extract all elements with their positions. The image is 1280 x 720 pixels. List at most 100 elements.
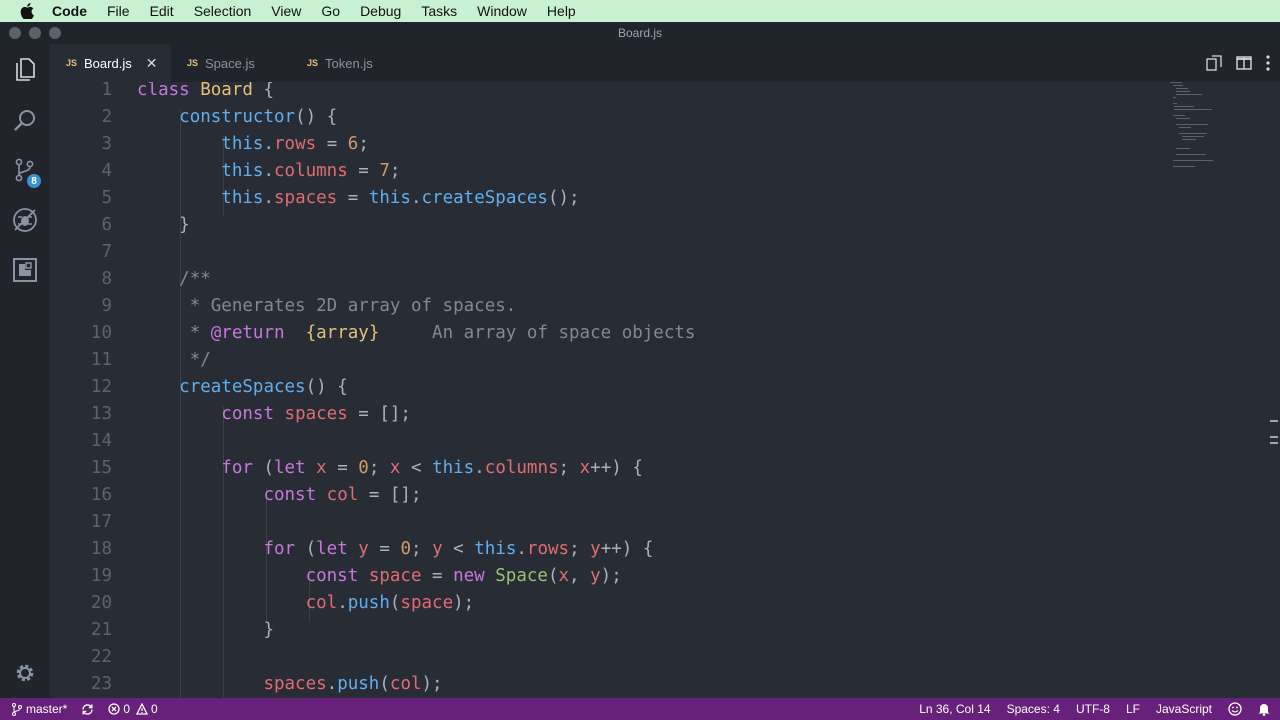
line-number: 17 [90, 512, 112, 532]
menu-tasks[interactable]: Tasks [421, 3, 457, 19]
code-text: const spaces = []; [221, 404, 411, 424]
line-number: 5 [101, 188, 112, 208]
code-text: col.push(space); [305, 593, 475, 613]
menu-help[interactable]: Help [547, 3, 576, 19]
eol-setting[interactable]: LF [1126, 702, 1140, 716]
code-text: this.columns = 7; [221, 161, 401, 181]
line-number: 6 [101, 215, 112, 235]
minimap[interactable] [1170, 82, 1240, 172]
menu-window[interactable]: Window [477, 3, 527, 19]
close-icon[interactable]: ✕ [146, 55, 158, 72]
code-text: */ [189, 350, 211, 370]
line-number: 22 [90, 647, 112, 667]
code-text: spaces.push(col); [263, 674, 443, 694]
js-file-icon: JS [187, 58, 199, 68]
code-text: const col = []; [263, 485, 422, 505]
code-text: } [263, 620, 274, 640]
line-number: 19 [90, 566, 112, 586]
menu-bar: Code File Edit Selection View Go Debug T… [0, 0, 1280, 22]
tab-label: Token.js [325, 55, 373, 71]
line-number: 23 [90, 674, 112, 694]
feedback-smiley-icon[interactable] [1228, 702, 1242, 716]
window-title: Board.js [617, 26, 663, 40]
line-number: 13 [90, 404, 112, 424]
js-file-icon: JS [307, 58, 319, 68]
status-bar: master* 0 0 Ln 36, Col 14 Spaces: 4 UTF-… [0, 698, 1280, 720]
scm-badge: 8 [27, 174, 41, 188]
line-number: 1 [101, 82, 112, 100]
code-text: for (let y = 0; y < this.rows; y++) { [263, 539, 654, 559]
line-number: 8 [101, 269, 112, 289]
extensions-icon[interactable] [0, 248, 50, 292]
code-text: class Board { [137, 82, 275, 100]
menu-selection[interactable]: Selection [194, 3, 252, 19]
menu-view[interactable]: View [271, 3, 301, 19]
branch-indicator[interactable]: master* [12, 702, 67, 716]
scrollbar-marker [1270, 436, 1278, 438]
code-text: * @return {array} An array of space obje… [189, 323, 696, 343]
encoding-setting[interactable]: UTF-8 [1076, 702, 1110, 716]
warning-count: 0 [151, 702, 158, 716]
tab-label: Board.js [84, 55, 132, 71]
line-number: 12 [90, 377, 112, 397]
line-number: 16 [90, 485, 112, 505]
apple-icon[interactable] [20, 2, 38, 20]
maximize-window-button[interactable] [49, 27, 61, 39]
tab-label: Space.js [205, 55, 255, 71]
search-icon[interactable] [0, 98, 50, 142]
title-bar: Board.js [0, 22, 1280, 44]
line-number: 18 [90, 539, 112, 559]
line-number: 7 [101, 242, 112, 262]
tab-space-js[interactable]: JS Space.js [171, 44, 291, 82]
close-window-button[interactable] [9, 27, 21, 39]
code-text: constructor() { [179, 107, 338, 127]
scrollbar-marker [1270, 442, 1278, 444]
line-number: 11 [90, 350, 112, 370]
git-branch-icon [12, 702, 22, 716]
js-file-icon: JS [66, 58, 78, 68]
code-text: this.rows = 6; [221, 134, 369, 154]
minimize-window-button[interactable] [29, 27, 41, 39]
cursor-position[interactable]: Ln 36, Col 14 [919, 702, 990, 716]
more-actions-icon[interactable] [1266, 55, 1270, 71]
editor-actions [1192, 44, 1270, 82]
error-icon [108, 703, 120, 715]
line-number: 15 [90, 458, 112, 478]
line-number: 4 [101, 161, 112, 181]
menu-file[interactable]: File [107, 3, 130, 19]
line-number: 2 [101, 107, 112, 127]
code-text: for (let x = 0; x < this.columns; x++) { [221, 458, 643, 478]
split-editor-icon[interactable] [1236, 56, 1252, 70]
code-text: this.spaces = this.createSpaces(); [221, 188, 580, 208]
settings-gear-icon[interactable] [0, 651, 50, 695]
open-changes-icon[interactable] [1206, 55, 1222, 71]
branch-name: master* [26, 702, 68, 716]
warning-icon [136, 703, 149, 715]
code-text: * Generates 2D array of spaces. [189, 296, 517, 316]
menu-go[interactable]: Go [321, 3, 340, 19]
code-text: createSpaces() { [179, 377, 348, 397]
tab-board-js[interactable]: JS Board.js ✕ [50, 44, 171, 82]
line-number: 21 [90, 620, 112, 640]
tab-bar: JS Board.js ✕ JS Space.js JS Token.js [50, 44, 1280, 82]
source-control-icon[interactable]: 8 [0, 148, 50, 192]
debug-icon[interactable] [0, 198, 50, 242]
sync-icon[interactable] [81, 703, 94, 716]
window-controls [9, 27, 69, 39]
notifications-bell-icon[interactable] [1258, 702, 1270, 716]
menu-edit[interactable]: Edit [150, 3, 174, 19]
tab-token-js[interactable]: JS Token.js [291, 44, 411, 82]
code-text: const space = new Space(x, y); [305, 566, 622, 586]
code-editor[interactable]: 1 class Board { 2 constructor() { 3 this.… [50, 82, 1280, 698]
code-text: /** [179, 269, 211, 289]
problems-indicator[interactable]: 0 0 [108, 702, 158, 716]
line-number: 14 [90, 431, 112, 451]
language-mode[interactable]: JavaScript [1156, 702, 1212, 716]
scrollbar-marker [1270, 420, 1278, 422]
indentation-setting[interactable]: Spaces: 4 [1007, 702, 1060, 716]
line-number: 3 [101, 134, 112, 154]
menu-debug[interactable]: Debug [360, 3, 401, 19]
menu-code[interactable]: Code [52, 3, 87, 19]
error-count: 0 [123, 702, 131, 716]
explorer-icon[interactable] [0, 48, 50, 92]
